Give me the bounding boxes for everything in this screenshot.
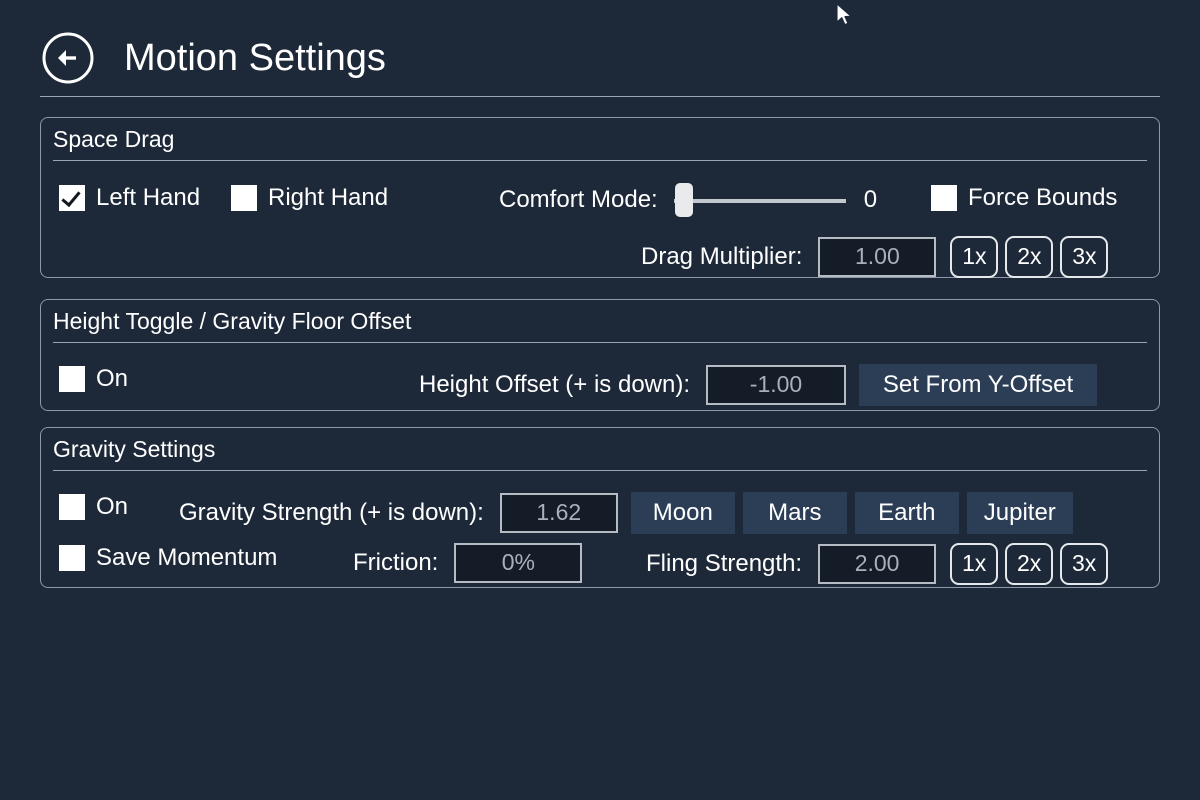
gravity-preset-earth-button[interactable]: Earth [854, 491, 959, 534]
gravity-strength-row: Gravity Strength (+ is down): 1.62 Moon … [179, 491, 1073, 534]
comfort-mode-slider-track [673, 198, 846, 203]
drag-multiplier-row: Drag Multiplier: 1.00 1x 2x 3x [641, 235, 1109, 278]
gravity-preset-mars-button[interactable]: Mars [742, 491, 847, 534]
right-hand-label: Right Hand [268, 183, 389, 211]
left-hand-label: Left Hand [96, 183, 201, 211]
panel-height-toggle-title: Height Toggle / Gravity Floor Offset [53, 308, 412, 334]
height-on-checkbox[interactable] [59, 365, 85, 392]
panel-space-drag-title: Space Drag [53, 126, 175, 152]
height-offset-label: Height Offset (+ is down): [419, 370, 691, 398]
force-bounds-label: Force Bounds [968, 183, 1118, 211]
gravity-on-checkbox[interactable] [59, 493, 85, 520]
fling-strength-row: Fling Strength: 2.00 1x 2x 3x [646, 542, 1109, 585]
fling-strength-3x-button[interactable]: 3x [1060, 542, 1109, 585]
left-hand-checkbox-row[interactable]: Left Hand [59, 184, 200, 212]
panel-height-toggle-divider [53, 341, 1147, 343]
friction-label: Friction: [353, 548, 439, 576]
comfort-mode-slider[interactable] [673, 182, 846, 217]
right-hand-checkbox[interactable] [231, 184, 257, 211]
page-header: Motion Settings [40, 22, 1160, 94]
comfort-mode-row: Comfort Mode: 0 [499, 182, 878, 217]
page-title: Motion Settings [124, 37, 386, 79]
arrow-left-circle-icon [40, 30, 96, 86]
gravity-preset-moon-button[interactable]: Moon [630, 491, 735, 534]
force-bounds-checkbox[interactable] [931, 184, 957, 211]
back-button[interactable] [40, 30, 96, 86]
save-momentum-checkbox[interactable] [59, 544, 85, 571]
panel-gravity-settings-divider [53, 469, 1147, 471]
height-on-label: On [96, 364, 129, 392]
fling-strength-2x-button[interactable]: 2x [1005, 542, 1054, 585]
panel-gravity-settings: Gravity Settings On Gravity Strength (+ … [40, 427, 1160, 588]
drag-multiplier-field[interactable]: 1.00 [818, 236, 937, 277]
force-bounds-checkbox-row[interactable]: Force Bounds [931, 184, 1117, 212]
comfort-mode-slider-handle[interactable] [674, 182, 693, 217]
height-offset-field[interactable]: -1.00 [706, 364, 847, 405]
gravity-strength-field[interactable]: 1.62 [499, 492, 618, 533]
set-from-y-offset-button[interactable]: Set From Y-Offset [859, 363, 1098, 406]
drag-multiplier-label: Drag Multiplier: [641, 242, 803, 270]
gravity-on-label: On [96, 492, 129, 520]
drag-multiplier-1x-button[interactable]: 1x [950, 235, 999, 278]
comfort-mode-value: 0 [863, 185, 878, 213]
height-on-checkbox-row[interactable]: On [59, 365, 128, 393]
friction-field[interactable]: 0% [454, 542, 583, 583]
gravity-strength-label: Gravity Strength (+ is down): [179, 498, 484, 526]
drag-multiplier-3x-button[interactable]: 3x [1060, 235, 1109, 278]
fling-strength-label: Fling Strength: [646, 549, 803, 577]
panel-height-toggle: Height Toggle / Gravity Floor Offset On … [40, 299, 1160, 411]
drag-multiplier-2x-button[interactable]: 2x [1005, 235, 1054, 278]
right-hand-checkbox-row[interactable]: Right Hand [231, 184, 388, 212]
fling-strength-1x-button[interactable]: 1x [950, 542, 999, 585]
panel-space-drag: Space Drag Left Hand Right Hand Comfort … [40, 117, 1160, 278]
panel-gravity-settings-title: Gravity Settings [53, 436, 216, 462]
panel-space-drag-divider [53, 159, 1147, 161]
fling-strength-field[interactable]: 2.00 [818, 543, 937, 584]
save-momentum-label: Save Momentum [96, 543, 278, 571]
gravity-on-checkbox-row[interactable]: On [59, 493, 128, 521]
friction-row: Friction: 0% [353, 542, 583, 583]
height-offset-row: Height Offset (+ is down): -1.00 Set Fro… [419, 363, 1098, 406]
left-hand-checkbox[interactable] [59, 184, 85, 211]
gravity-preset-jupiter-button[interactable]: Jupiter [966, 491, 1073, 534]
save-momentum-checkbox-row[interactable]: Save Momentum [59, 544, 277, 572]
comfort-mode-label: Comfort Mode: [499, 185, 658, 213]
header-divider [40, 96, 1160, 97]
